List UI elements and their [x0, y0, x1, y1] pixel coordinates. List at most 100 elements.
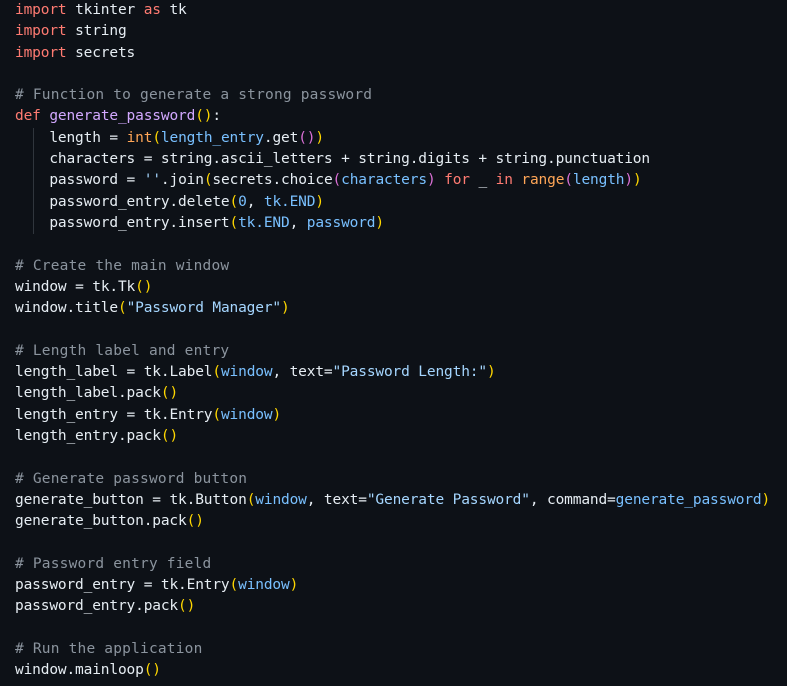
code-token: tk.END: [238, 214, 290, 231]
indent-guide: [33, 212, 34, 235]
code-token: (: [564, 172, 573, 189]
code-line[interactable]: [15, 618, 770, 639]
code-line[interactable]: length_entry = tk.Entry(window): [15, 405, 770, 426]
code-line[interactable]: length = int(length_entry.get()): [15, 127, 770, 150]
code-line[interactable]: [15, 234, 770, 255]
code-token: tk.END: [263, 193, 316, 210]
code-token: tk.Entry: [152, 577, 230, 594]
code-token: "Password Manager": [126, 300, 282, 317]
code-token: ): [624, 172, 633, 189]
code-token: .join: [160, 172, 204, 189]
code-line[interactable]: # Generate password button: [15, 469, 770, 490]
code-token: string.punctuation: [486, 151, 651, 168]
code-token: in: [495, 172, 513, 189]
code-token: string.ascii_letters: [152, 151, 342, 168]
code-line[interactable]: password = ''.join(secrets.choice(charac…: [15, 170, 770, 192]
code-token: window.mainloop: [15, 662, 144, 679]
code-block[interactable]: import tkinter as tk import string import …: [15, 0, 770, 682]
code-line[interactable]: password_entry.pack(): [15, 596, 770, 617]
code-line[interactable]: generate_button = tk.Button(window, text…: [15, 490, 770, 511]
code-token: string.digits: [349, 151, 479, 168]
code-line[interactable]: length_label.pack(): [15, 383, 770, 404]
code-token: tk.Button: [160, 491, 247, 508]
code-token: ): [272, 406, 282, 423]
code-token: =: [126, 364, 136, 381]
code-line[interactable]: window.title("Password Manager"): [15, 298, 770, 319]
code-token: _: [469, 172, 496, 189]
code-line[interactable]: # Length label and entry: [15, 341, 770, 362]
code-token: characters: [341, 172, 427, 189]
code-token: # Run the application: [15, 640, 203, 657]
code-token: (): [186, 513, 204, 530]
code-line[interactable]: characters = string.ascii_letters + stri…: [15, 149, 770, 171]
code-token: , text=: [272, 364, 333, 381]
code-token: length_entry.pack: [15, 427, 161, 444]
code-token: =: [109, 129, 118, 146]
code-token: window: [238, 577, 290, 594]
code-token: length_label.pack: [15, 385, 161, 402]
code-line[interactable]: import secrets: [15, 43, 770, 64]
code-token: (: [229, 577, 239, 594]
code-line[interactable]: password_entry.insert(tk.END, password): [15, 212, 770, 235]
code-token: +: [341, 151, 350, 168]
code-token: password_entry.pack: [15, 598, 179, 615]
code-token: length_entry: [15, 406, 127, 423]
code-line[interactable]: import string: [15, 21, 770, 42]
code-line[interactable]: # Password entry field: [15, 554, 770, 575]
code-line[interactable]: window.mainloop(): [15, 660, 770, 681]
code-line[interactable]: def generate_password():: [15, 106, 770, 127]
code-token: (: [229, 214, 239, 231]
code-line[interactable]: password_entry = tk.Entry(window): [15, 575, 770, 596]
code-token: :: [212, 108, 221, 125]
code-token: ): [315, 193, 324, 210]
indent-guide: [33, 149, 34, 171]
code-token: (: [212, 364, 221, 381]
code-token: # Function to generate a strong password: [15, 87, 373, 104]
code-token: .get: [263, 129, 299, 146]
code-token: ): [486, 364, 496, 381]
code-token: (: [212, 406, 221, 423]
code-line[interactable]: length_entry.pack(): [15, 426, 770, 447]
code-token: window: [220, 406, 273, 423]
code-token: # Password entry field: [15, 555, 212, 572]
code-token: secrets.choice: [212, 172, 333, 189]
code-line[interactable]: [15, 64, 770, 85]
code-token: # Generate password button: [15, 470, 248, 487]
code-token: (): [298, 129, 316, 146]
code-token: +: [478, 151, 487, 168]
code-line[interactable]: [15, 447, 770, 468]
code-token: length: [572, 172, 625, 189]
code-token: ): [426, 172, 436, 189]
code-token: (: [117, 300, 127, 317]
code-line[interactable]: [15, 532, 770, 553]
code-token: tkinter: [66, 2, 144, 18]
code-token: ): [375, 214, 384, 231]
indent-guide: [33, 191, 34, 213]
code-token: length_label: [15, 364, 127, 381]
code-token: =: [152, 491, 161, 508]
code-token: length: [15, 129, 110, 146]
code-token: ,: [246, 193, 264, 210]
code-token: range: [521, 172, 565, 189]
code-token: for: [444, 172, 470, 189]
code-token: password_entry.delete: [15, 193, 230, 210]
code-editor[interactable]: import tkinter as tk import string import …: [0, 0, 787, 686]
code-line[interactable]: window = tk.Tk(): [15, 277, 770, 298]
code-token: password_entry.insert: [15, 214, 230, 231]
code-token: generate_password: [49, 108, 196, 125]
code-line[interactable]: # Function to generate a strong password: [15, 85, 770, 106]
code-line[interactable]: [15, 319, 770, 340]
code-token: window: [255, 491, 307, 508]
code-line[interactable]: password_entry.delete(0, tk.END): [15, 191, 770, 213]
code-line[interactable]: # Create the main window: [15, 256, 770, 277]
code-token: =: [143, 151, 153, 168]
code-line[interactable]: generate_button.pack(): [15, 511, 770, 532]
code-line[interactable]: length_label = tk.Label(window, text="Pa…: [15, 362, 770, 383]
code-token: tk.Label: [135, 364, 213, 381]
code-line[interactable]: # Run the application: [15, 639, 770, 660]
code-token: import: [15, 23, 67, 40]
code-token: (): [195, 108, 213, 125]
code-token: =: [126, 406, 136, 423]
code-token: secrets: [66, 44, 136, 61]
code-line[interactable]: import tkinter as tk: [15, 0, 770, 21]
